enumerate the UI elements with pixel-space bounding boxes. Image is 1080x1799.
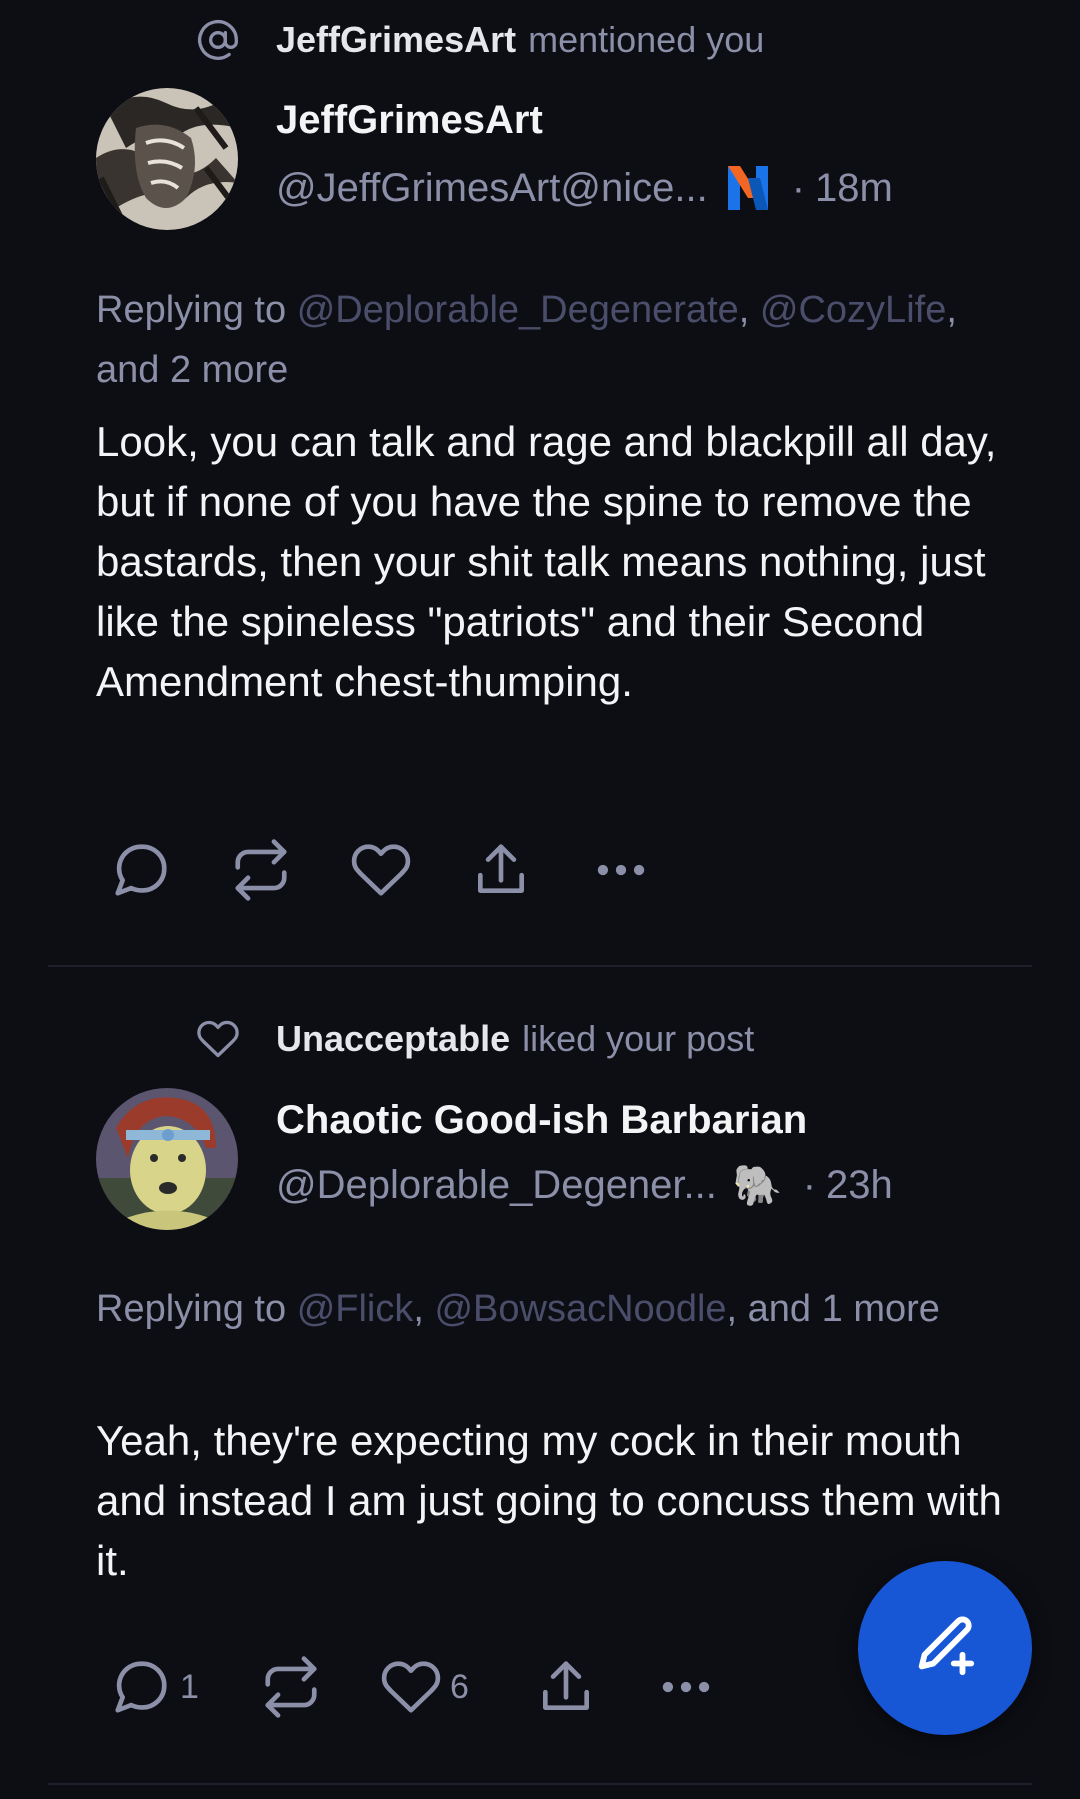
post-time[interactable]: 23h	[826, 1163, 893, 1208]
reply-button[interactable]: 1	[110, 1656, 260, 1718]
notifications-page: JeffGrimesArt mentioned you JeffGrimesAr…	[0, 0, 1080, 1799]
notification-divider	[48, 965, 1032, 967]
post-text: Look, you can talk and rage and blackpil…	[96, 418, 997, 705]
reply-context: Replying to @Flick, @BowsacNoodle, and 1…	[96, 1279, 976, 1339]
compose-button[interactable]	[858, 1561, 1032, 1735]
reply-mention[interactable]: @CozyLife	[760, 289, 946, 331]
post-time[interactable]: 18m	[815, 166, 893, 211]
author-handle[interactable]: @Deplorable_Degener...	[276, 1163, 717, 1208]
reply-button[interactable]	[110, 839, 230, 901]
reply-separator: ,	[738, 289, 750, 331]
reply-icon	[110, 839, 172, 901]
author-handle[interactable]: @JeffGrimesArt@nice...	[276, 166, 708, 211]
reply-more[interactable]: , and 1 more	[727, 1288, 940, 1330]
author-display-name[interactable]: JeffGrimesArt	[276, 98, 543, 143]
repost-button[interactable]	[230, 839, 350, 901]
repost-icon	[230, 839, 292, 901]
reason-user[interactable]: JeffGrimesArt	[276, 19, 516, 61]
post-actions: 1 6	[110, 1652, 717, 1722]
notification-reason: Unacceptable liked your post	[196, 1009, 754, 1069]
reply-prefix: Replying to	[96, 1288, 287, 1330]
reply-mention[interactable]: @Flick	[297, 1288, 414, 1330]
meta-separator: ·	[802, 1163, 817, 1207]
heart-icon	[350, 839, 412, 901]
reason-user[interactable]: Unacceptable	[276, 1018, 510, 1060]
reason-text: liked your post	[522, 1018, 755, 1059]
post-actions	[110, 835, 652, 905]
compose-icon	[910, 1611, 980, 1686]
elephant-icon: 🐘	[732, 1164, 783, 1208]
more-icon	[655, 1656, 717, 1718]
reply-count: 1	[180, 1667, 199, 1706]
reply-mention[interactable]: @Deplorable_Degenerate	[297, 289, 739, 331]
more-button[interactable]	[655, 1656, 717, 1718]
notification-reason: JeffGrimesArt mentioned you	[196, 10, 764, 70]
repost-button[interactable]	[260, 1656, 380, 1718]
reply-context: Replying to @Deplorable_Degenerate, @Coz…	[96, 280, 976, 400]
n-logo-icon	[726, 162, 770, 214]
repost-icon	[260, 1656, 322, 1718]
reply-icon	[110, 1656, 172, 1718]
reply-prefix: Replying to	[96, 289, 287, 331]
heart-icon	[196, 1017, 240, 1061]
reply-mention[interactable]: @BowsacNoodle	[434, 1288, 726, 1330]
share-button[interactable]	[535, 1656, 655, 1718]
meta-separator: ·	[791, 165, 806, 210]
more-button[interactable]	[590, 839, 652, 901]
author-handle-row: @JeffGrimesArt@nice... · 18m	[276, 162, 893, 214]
avatar[interactable]	[96, 88, 238, 230]
share-button[interactable]	[470, 839, 590, 901]
avatar[interactable]	[96, 1088, 238, 1230]
reply-separator: ,	[413, 1288, 424, 1330]
like-button[interactable]: 6	[380, 1656, 535, 1718]
more-icon	[590, 839, 652, 901]
author-handle-row: @Deplorable_Degener... 🐘 · 23h	[276, 1162, 893, 1209]
at-icon	[196, 18, 240, 62]
author-display-name[interactable]: Chaotic Good-ish Barbarian	[276, 1098, 807, 1143]
notification-divider	[48, 1783, 1032, 1785]
like-button[interactable]	[350, 839, 470, 901]
post-text: Yeah, they're expecting my cock in their…	[96, 1417, 1002, 1584]
share-icon	[470, 839, 532, 901]
reason-text: mentioned you	[528, 19, 765, 60]
like-count: 6	[450, 1667, 469, 1706]
heart-icon	[380, 1656, 442, 1718]
share-icon	[535, 1656, 597, 1718]
